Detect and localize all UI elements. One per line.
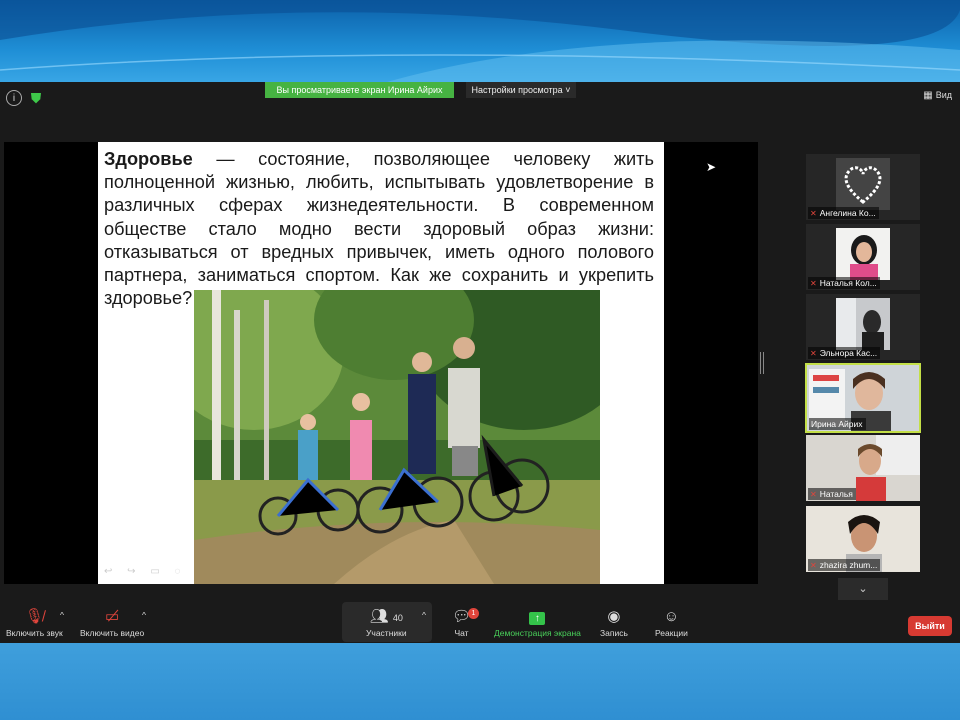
more-participants-button[interactable]: ⌄ [838, 578, 888, 600]
woman-avatar [836, 228, 890, 280]
audio-options-caret-icon[interactable]: ^ [60, 610, 64, 620]
chevron-down-icon: ⌄ [858, 583, 868, 595]
participant-name-text: Ангелина Ко... [819, 208, 876, 218]
chat-label: Чат [454, 628, 469, 638]
muted-mic-icon: 🎙︎̸ [24, 608, 44, 625]
viewing-banner: Вы просматриваете экран Ирина Айрих [265, 82, 454, 98]
muted-mic-icon: ✕ [810, 209, 817, 218]
participant-tile[interactable]: ✕ Наталья [806, 435, 920, 501]
view-label: Вид [935, 90, 952, 100]
muted-mic-icon: ✕ [810, 490, 817, 499]
chevron-down-icon: ˅ [565, 85, 571, 95]
participant-name-text: Наталья [819, 489, 853, 499]
active-speaker-tile[interactable]: Ирина Айрих [805, 363, 921, 433]
chat-badge: 1 [468, 608, 479, 619]
participants-count: 40 [392, 613, 403, 623]
muted-mic-icon: ✕ [810, 561, 817, 570]
share-screen-label: Демонстрация экрана [494, 628, 581, 638]
start-video-label: Включить видео [80, 628, 145, 638]
video-off-icon: ▭̸ [104, 608, 120, 625]
view-settings-label: Настройки просмотра [471, 85, 563, 95]
participant-name: Ирина Айрих [809, 418, 866, 430]
participant-name-text: Эльнора Кас... [819, 348, 878, 358]
reactions-label: Реакции [655, 628, 688, 638]
desktop-background-bottom [0, 643, 960, 720]
participants-button[interactable]: 👥︎ 40 Участники ^ [342, 602, 432, 642]
participant-tile[interactable]: ✕ Ангелина Ко... [806, 154, 920, 220]
zoom-window: i ⛊ Вы просматриваете экран Ирина Айрих … [0, 82, 960, 644]
participant-tile[interactable]: ✕ Наталья Кол... [806, 224, 920, 290]
shared-screen: Здоровье — состояние, позволяющее челове… [4, 142, 758, 584]
shield-icon[interactable]: ⛊ [28, 90, 44, 106]
slide-body: — состояние, позволяющее человеку жить п… [104, 149, 654, 309]
participant-name-text: Наталья Кол... [819, 278, 877, 288]
participant-name-text: zhazira zhum... [819, 560, 878, 570]
view-settings-button[interactable]: Настройки просмотра ˅ [466, 82, 576, 98]
reactions-button[interactable]: ☺ Реакции [655, 608, 688, 638]
reactions-icon: ☺ [663, 608, 680, 625]
participant-name: ✕ Наталья Кол... [808, 277, 880, 289]
panel-resize-handle[interactable] [760, 352, 764, 374]
background-swoosh [0, 0, 960, 84]
participant-tile[interactable]: ✕ Эльнора Кас... [806, 294, 920, 360]
video-options-caret-icon[interactable]: ^ [142, 610, 146, 620]
participants-icon: 👥︎ 40 [369, 608, 403, 625]
presentation-slide: Здоровье — состояние, позволяющее челове… [98, 142, 664, 584]
chat-button[interactable]: 💬︎ 1 Чат [452, 608, 479, 638]
muted-mic-icon: ✕ [810, 279, 817, 288]
mouse-cursor-icon: ➤ [706, 160, 717, 174]
view-button[interactable]: ▦ Вид [923, 90, 952, 101]
participants-label: Участники [366, 628, 407, 638]
chat-icon: 💬︎ 1 [452, 608, 479, 628]
person-avatar [836, 298, 890, 350]
share-screen-icon: ↑ [529, 612, 546, 625]
record-icon: ◉ [607, 608, 621, 625]
participant-name: ✕ Наталья [808, 488, 856, 500]
slide-text: Здоровье — состояние, позволяющее челове… [104, 148, 654, 310]
muted-mic-icon: ✕ [810, 349, 817, 358]
participant-tile[interactable]: ✕ zhazira zhum... [806, 506, 920, 572]
leave-button[interactable]: Выйти [908, 616, 952, 636]
heart-lights-avatar [836, 158, 890, 210]
info-icon[interactable]: i [6, 90, 22, 106]
desktop-background-top [0, 0, 960, 84]
slide-tools: ↩ ↪ ▭ ◌ [104, 566, 187, 577]
participants-caret-icon[interactable]: ^ [422, 610, 426, 620]
slide-term: Здоровье [104, 149, 193, 169]
meeting-toolbar: 🎙︎̸ Включить звук ^ ▭̸ Включить видео ^ … [0, 602, 960, 644]
family-bicycles-photo [194, 290, 600, 584]
participant-name: ✕ zhazira zhum... [808, 559, 881, 571]
unmute-label: Включить звук [6, 628, 63, 638]
share-screen-button[interactable]: ↑ Демонстрация экрана [494, 608, 581, 638]
record-label: Запись [600, 628, 628, 638]
unmute-button[interactable]: 🎙︎̸ Включить звук [6, 608, 63, 638]
participant-name: ✕ Эльнора Кас... [808, 347, 881, 359]
grid-icon: ▦ [923, 90, 933, 101]
participant-name: ✕ Ангелина Ко... [808, 207, 879, 219]
participant-name-text: Ирина Айрих [811, 419, 863, 429]
record-button[interactable]: ◉ Запись [600, 608, 628, 638]
start-video-button[interactable]: ▭̸ Включить видео [80, 608, 144, 638]
